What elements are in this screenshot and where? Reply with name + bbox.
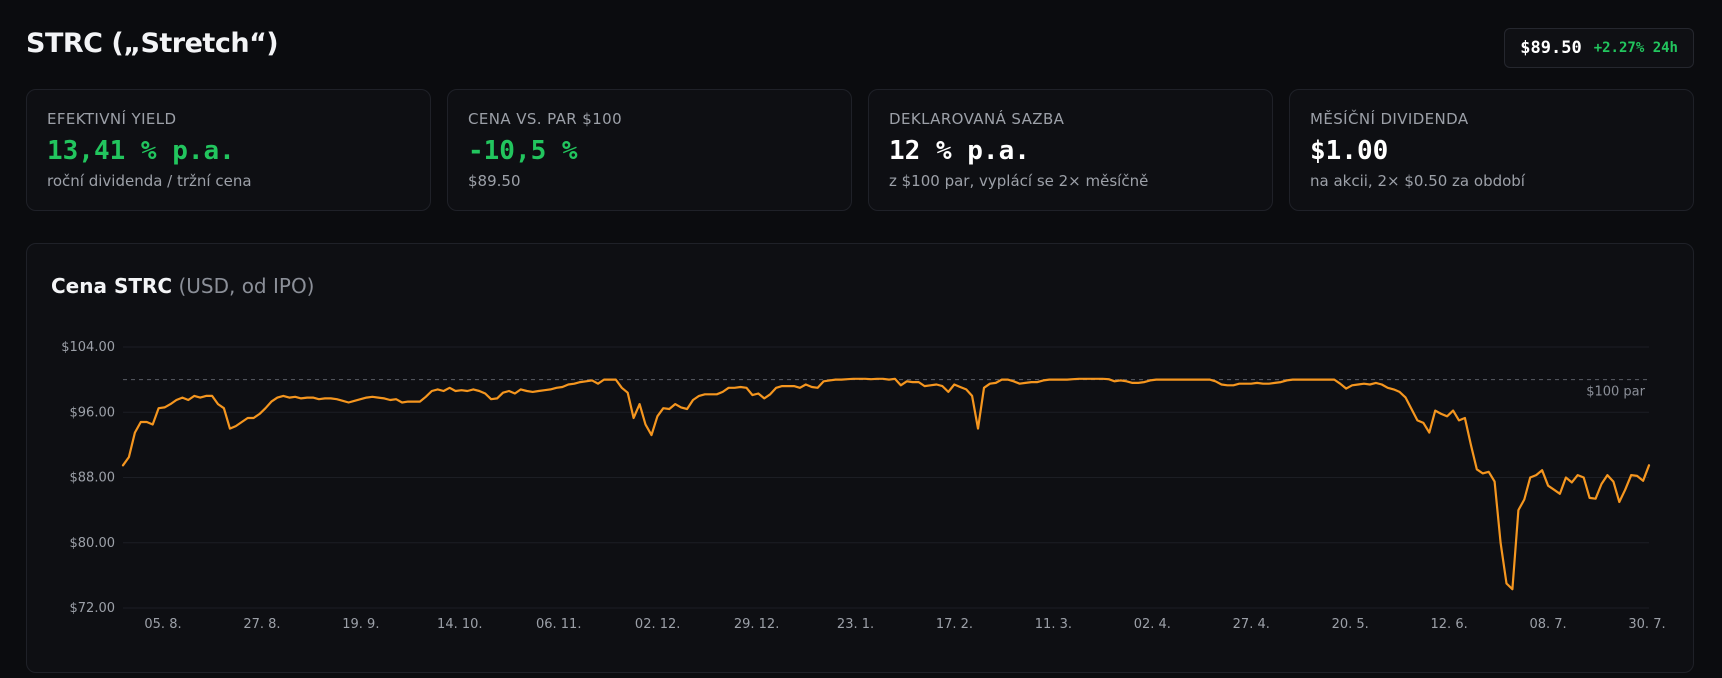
card-value: 12 % p.a. xyxy=(889,136,1030,166)
x-tick-label: 11. 3. xyxy=(1035,617,1072,632)
price-change-badge: +2.27% 24h xyxy=(1593,40,1678,56)
x-tick-label: 23. 1. xyxy=(837,617,874,632)
y-tick-label: $72.00 xyxy=(70,601,116,616)
current-price: $89.50 xyxy=(1520,38,1582,58)
price-chart: $104.00 $96.00 $88.00 $80.00 $72.00 $100 par 0… xyxy=(61,340,1665,632)
x-tick-label: 14. 10. xyxy=(437,617,482,632)
x-tick-label: 30. 7. xyxy=(1628,617,1665,632)
x-tick-label: 20. 5. xyxy=(1332,617,1369,632)
y-tick-label: $96.00 xyxy=(70,405,116,420)
stats-cards: Efektivní yield 13,41 % p.a. roční divid… xyxy=(26,89,1694,211)
x-tick-label: 12. 6. xyxy=(1431,617,1468,632)
x-tick-label: 02. 12. xyxy=(635,617,680,632)
card-effective-yield: Efektivní yield 13,41 % p.a. roční divid… xyxy=(26,89,431,211)
card-subtext: z $100 par, vyplácí se 2× měsíčně xyxy=(889,172,1149,190)
card-value: $1.00 xyxy=(1310,136,1389,166)
y-tick-label: $80.00 xyxy=(70,536,116,551)
price-ticker: $89.50 +2.27% 24h xyxy=(1504,28,1694,68)
y-tick-label: $88.00 xyxy=(70,471,116,486)
card-value: -10,5 % xyxy=(468,136,578,166)
card-value: 13,41 % p.a. xyxy=(47,136,235,166)
page-title: STRC („Stretch“) xyxy=(26,28,279,59)
price-series-line xyxy=(121,377,1651,591)
x-tick-label: 08. 7. xyxy=(1529,617,1566,632)
x-tick-label: 05. 8. xyxy=(144,617,181,632)
card-label: Deklarovaná sazba xyxy=(889,110,1065,128)
price-chart-card: Cena STRC (USD, od IPO) $104.00 $96.00 $88… xyxy=(26,243,1694,673)
x-tick-label: 19. 9. xyxy=(342,617,379,632)
x-tick-label: 06. 11. xyxy=(536,617,581,632)
x-tick-label: 27. 8. xyxy=(243,617,280,632)
card-declared-rate: Deklarovaná sazba 12 % p.a. z $100 par, … xyxy=(868,89,1273,211)
card-subtext: na akcii, 2× $0.50 za období xyxy=(1310,172,1525,190)
card-label: Efektivní yield xyxy=(47,110,177,128)
par-reference-label: $100 par xyxy=(1586,385,1645,400)
x-tick-label: 29. 12. xyxy=(734,617,779,632)
card-subtext: $89.50 xyxy=(468,172,521,190)
x-tick-label: 02. 4. xyxy=(1134,617,1171,632)
card-price-vs-par: Cena vs. par $100 -10,5 % $89.50 xyxy=(447,89,852,211)
card-monthly-dividend: Měsíční dividenda $1.00 na akcii, 2× $0.… xyxy=(1289,89,1694,211)
x-tick-label: 17. 2. xyxy=(936,617,973,632)
x-tick-label: 27. 4. xyxy=(1233,617,1270,632)
card-subtext: roční dividenda / tržní cena xyxy=(47,172,252,190)
card-label: Měsíční dividenda xyxy=(1310,110,1469,128)
y-tick-label: $104.00 xyxy=(61,340,115,355)
card-label: Cena vs. par $100 xyxy=(468,110,623,128)
